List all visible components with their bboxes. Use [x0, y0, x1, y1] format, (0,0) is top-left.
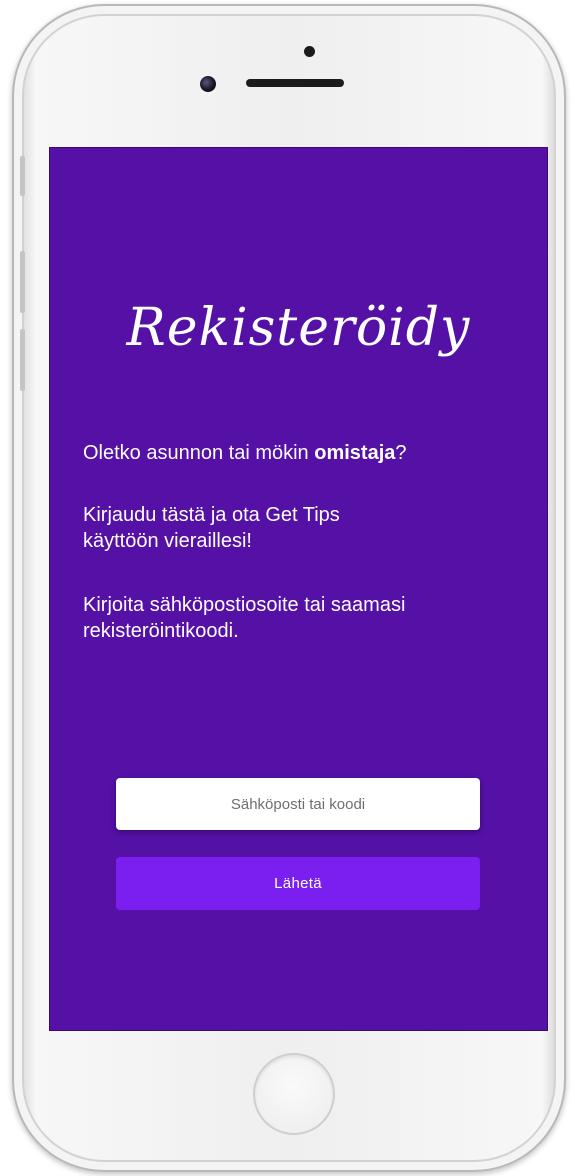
email-instruction-line1: Kirjoita sähköpostiosoite tai saamasi: [83, 594, 406, 616]
email-instruction-line2: rekisteröintikoodi.: [83, 620, 239, 642]
earpiece-speaker: [246, 79, 344, 87]
app-screen: Rekisteröidy Oletko asunnon tai mökin om…: [49, 147, 548, 1031]
email-instruction: Kirjoita sähköpostiosoite tai saamasi re…: [83, 592, 523, 644]
login-instruction-line2: käyttöön vieraillesi!: [83, 530, 252, 552]
volume-up-button: [20, 251, 25, 313]
owner-question-bold: omistaja: [314, 442, 396, 464]
owner-question-suffix: ?: [395, 442, 407, 464]
email-or-code-input[interactable]: [116, 778, 480, 830]
login-instruction-line1: Kirjaudu tästä ja ota Get Tips: [83, 504, 340, 526]
submit-button[interactable]: Lähetä: [116, 857, 480, 910]
owner-question: Oletko asunnon tai mökin omistaja?: [83, 440, 523, 466]
owner-question-prefix: Oletko asunnon tai mökin: [83, 442, 315, 464]
proximity-sensor: [304, 46, 315, 57]
volume-down-button: [20, 329, 25, 391]
login-instruction: Kirjaudu tästä ja ota Get Tips käyttöön …: [83, 502, 523, 554]
mute-switch: [20, 156, 25, 196]
page-title: Rekisteröidy: [126, 298, 471, 358]
home-button[interactable]: [253, 1053, 335, 1135]
front-camera-icon: [200, 76, 216, 92]
